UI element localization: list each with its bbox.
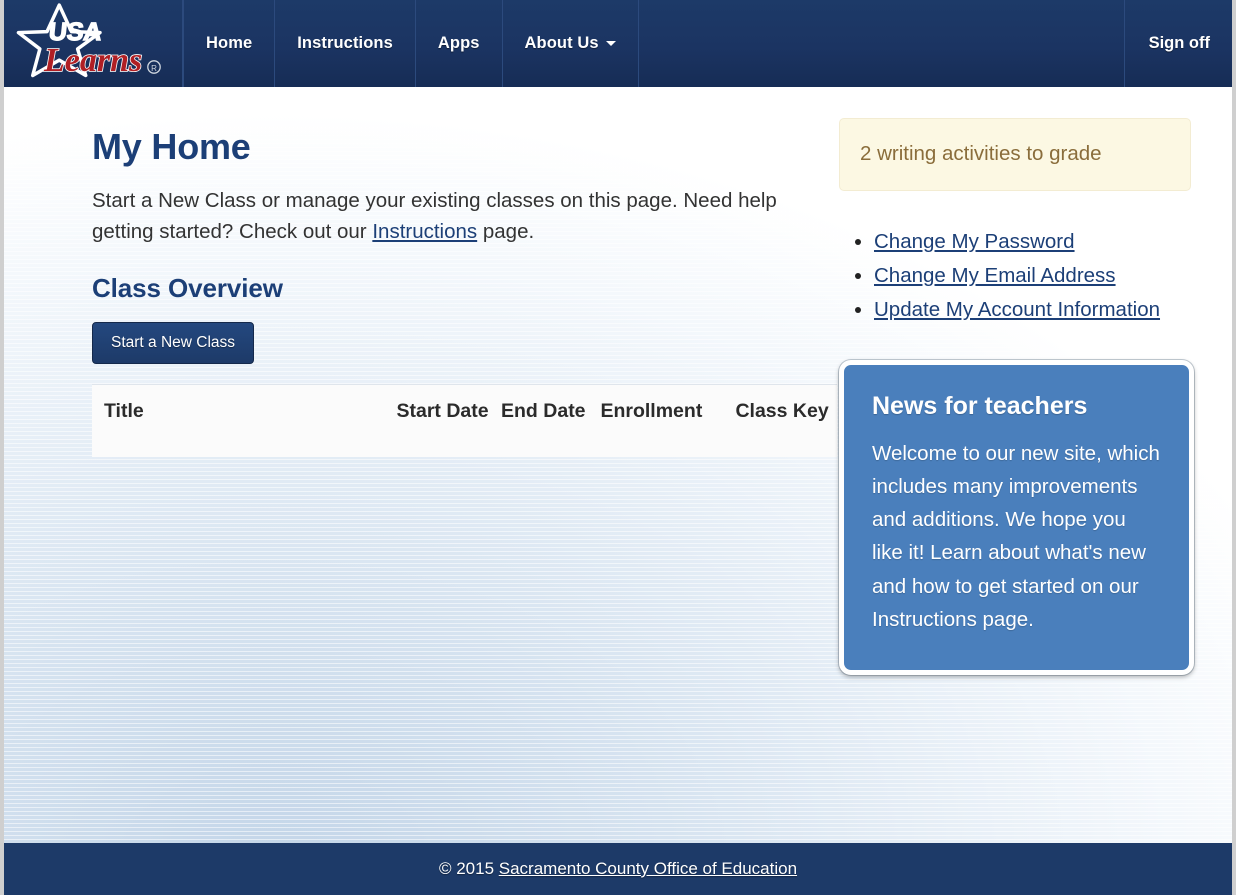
account-links-list: Change My Password Change My Email Addre… xyxy=(839,225,1191,327)
usa-learns-logo-icon: USA Learns R xyxy=(14,2,174,85)
svg-text:R: R xyxy=(151,64,157,73)
sidebar-column: 2 writing activities to grade Change My … xyxy=(825,113,1194,675)
sacramento-county-office-of-education-link[interactable]: Sacramento County Office of Education xyxy=(499,859,797,878)
main-column: My Home Start a New Class or manage your… xyxy=(45,113,837,458)
sign-off-link[interactable]: Sign off xyxy=(1149,34,1210,53)
page-title: My Home xyxy=(92,126,251,167)
list-item: Change My Password xyxy=(874,225,1191,258)
nav-item-label: Home xyxy=(206,34,253,52)
list-item: Change My Email Address xyxy=(874,259,1191,292)
svg-text:Learns: Learns xyxy=(43,42,142,79)
nav-spacer xyxy=(639,0,1125,87)
brand-logo-link[interactable]: USA Learns R xyxy=(4,0,183,87)
nav-item-home[interactable]: Home xyxy=(183,0,276,87)
table-header-row: Title Start Date End Date Enrollment Cla… xyxy=(92,384,837,458)
news-panel-title: News for teachers xyxy=(872,392,1088,421)
nav-item-label: About Us xyxy=(524,34,599,52)
list-item: Update My Account Information xyxy=(874,293,1191,326)
nav-item-label: Instructions xyxy=(297,34,393,52)
link-update-my-account-information[interactable]: Update My Account Information xyxy=(874,298,1160,321)
table-header: Title Start Date End Date Enrollment Cla… xyxy=(92,384,837,458)
nav-right-group: Sign off xyxy=(1125,0,1232,87)
chevron-down-icon xyxy=(605,41,616,46)
writing-activities-alert[interactable]: 2 writing activities to grade xyxy=(839,118,1191,191)
column-header-end-date[interactable]: End Date xyxy=(501,384,601,458)
column-header-enrollment[interactable]: Enrollment xyxy=(600,384,736,458)
copyright-text: © 2015 xyxy=(438,859,499,878)
alert-text: 2 writing activities to grade xyxy=(860,142,1102,165)
page-content: My Home Start a New Class or manage your… xyxy=(4,87,1232,843)
column-header-class-key[interactable]: Class Key xyxy=(735,384,837,458)
class-overview-table: Title Start Date End Date Enrollment Cla… xyxy=(92,384,837,458)
nav-items-list: Home Instructions Apps About Us xyxy=(183,0,639,87)
link-change-my-password[interactable]: Change My Password xyxy=(874,230,1075,253)
footer-copyright: © 2015 Sacramento County Office of Educa… xyxy=(439,859,797,879)
nav-item-apps[interactable]: Apps xyxy=(416,0,503,87)
link-change-my-email-address[interactable]: Change My Email Address xyxy=(874,264,1116,287)
news-panel-body: Welcome to our new site, which includes … xyxy=(872,441,1160,631)
column-header-title[interactable]: Title xyxy=(92,384,397,458)
news-for-teachers-panel: News for teachers Welcome to our new sit… xyxy=(839,360,1194,675)
page-footer: © 2015 Sacramento County Office of Educa… xyxy=(4,843,1232,895)
content-container: My Home Start a New Class or manage your… xyxy=(45,87,1194,675)
instructions-link[interactable]: Instructions xyxy=(372,220,477,243)
intro-text-after: page. xyxy=(477,219,535,243)
class-overview-heading: Class Overview xyxy=(92,272,283,303)
intro-paragraph: Start a New Class or manage your existin… xyxy=(92,185,825,247)
start-a-new-class-button[interactable]: Start a New Class xyxy=(92,321,255,365)
top-navigation-bar: USA Learns R Home Instructions Apps Abou… xyxy=(4,0,1232,87)
nav-item-about-us[interactable]: About Us xyxy=(503,0,639,87)
browser-page: USA Learns R Home Instructions Apps Abou… xyxy=(0,0,1236,895)
column-header-start-date[interactable]: Start Date xyxy=(396,384,502,458)
nav-item-instructions[interactable]: Instructions xyxy=(275,0,416,87)
nav-item-label: Apps xyxy=(437,34,480,52)
